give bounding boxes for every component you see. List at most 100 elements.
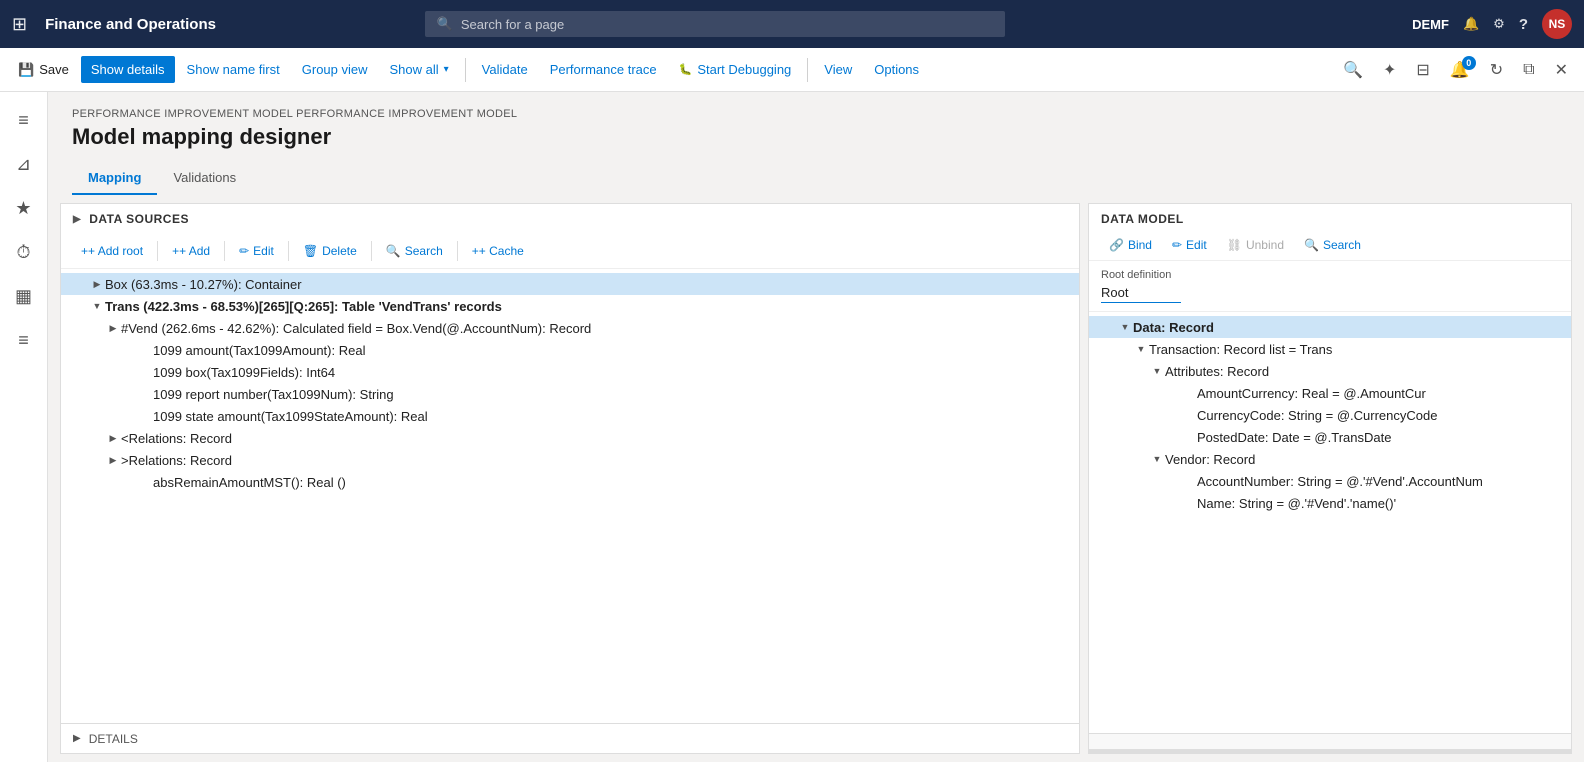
cache-button[interactable]: + + Cache [464,240,532,262]
panel-toggle-icon[interactable]: ▶ [73,214,81,225]
dm-toggle-data-record[interactable]: ▼ [1117,319,1133,335]
toggle-trans[interactable]: ▼ [89,298,105,314]
ds-sep-5 [457,241,458,261]
add-root-button[interactable]: + + Add root [73,240,151,262]
show-details-button[interactable]: Show details [81,56,175,83]
top-nav-right: DEMF 🔔 ⚙ ? NS [1412,9,1572,39]
settings-icon[interactable]: ⚙ [1493,16,1505,32]
page-title: Model mapping designer [72,124,1560,150]
dm-node-vendor[interactable]: ▼ Vendor: Record [1089,448,1571,470]
data-model-toolbar: 🔗 Bind ✏ Edit ⛓ Unbind 🔍 Search [1089,230,1571,261]
performance-trace-button[interactable]: Performance trace [540,56,667,83]
dm-toggle-transaction[interactable]: ▼ [1133,341,1149,357]
options-button[interactable]: Options [864,56,929,83]
show-all-button[interactable]: Show all ▾ [380,56,459,83]
unbind-button[interactable]: ⛓ Unbind [1219,234,1292,256]
bind-button[interactable]: 🔗 Bind [1101,234,1160,256]
search-dm-button[interactable]: 🔍 Search [1296,234,1369,256]
page-header: PERFORMANCE IMPROVEMENT MODEL PERFORMANC… [48,92,1584,162]
tree-node-tax1099fields[interactable]: ▶ 1099 box(Tax1099Fields): Int64 [61,361,1079,383]
edit-dm-button[interactable]: ✏ Edit [1164,234,1215,256]
content-area: PERFORMANCE IMPROVEMENT MODEL PERFORMANC… [48,92,1584,762]
toolbar: 💾 Save Show details Show name first Grou… [0,48,1584,92]
search-dm-icon: 🔍 [1304,238,1319,252]
search-button[interactable]: 🔍 [1335,54,1371,86]
separator-1 [465,58,466,82]
bell-icon[interactable]: 🔔 [1463,16,1479,32]
label-tax1099num: 1099 report number(Tax1099Num): String [153,387,1079,402]
group-view-button[interactable]: Group view [292,56,378,83]
bookmark-button[interactable]: ⊟ [1408,54,1437,86]
pencil-icon: ✏ [239,244,249,258]
view-button[interactable]: View [814,56,862,83]
tree-node-absremain[interactable]: ▶ absRemainAmountMST(): Real () [61,471,1079,493]
nav-home[interactable]: ≡ [4,100,44,140]
data-sources-toolbar: + + Add root + + Add ✏ Edit � [61,234,1079,269]
dm-node-amount-currency[interactable]: ▶ AmountCurrency: Real = @.AmountCur [1089,382,1571,404]
label-vend: #Vend (262.6ms - 42.62%): Calculated fie… [121,321,1079,336]
nav-favorites[interactable]: ★ [4,188,44,228]
grid-icon[interactable]: ⊞ [12,14,27,35]
dm-label-currency-code: CurrencyCode: String = @.CurrencyCode [1197,408,1571,423]
add-button[interactable]: + + Add [164,240,218,262]
validate-button[interactable]: Validate [472,56,538,83]
breadcrumb: PERFORMANCE IMPROVEMENT MODEL PERFORMANC… [72,108,1560,120]
tree-node-tax1099stateamount[interactable]: ▶ 1099 state amount(Tax1099StateAmount):… [61,405,1079,427]
refresh-button[interactable]: ↻ [1482,54,1511,86]
edit-ds-button[interactable]: ✏ Edit [231,240,282,262]
tree-node-relations1[interactable]: ▶ <Relations: Record [61,427,1079,449]
data-model-tree: ▼ Data: Record ▼ Transaction: Record lis… [1089,312,1571,733]
dm-toggle-vendor[interactable]: ▼ [1149,451,1165,467]
start-debugging-button[interactable]: 🐛 Start Debugging [669,56,802,83]
nav-table[interactable]: ▦ [4,276,44,316]
add-root-icon: + [81,244,88,258]
dm-toggle-attributes[interactable]: ▼ [1149,363,1165,379]
dm-node-name[interactable]: ▶ Name: String = @.'#Vend'.'name()' [1089,492,1571,514]
expand-button[interactable]: ⧉ [1515,55,1542,85]
tree-node-vend[interactable]: ▶ #Vend (262.6ms - 42.62%): Calculated f… [61,317,1079,339]
search-placeholder: Search for a page [461,17,564,32]
tab-validations[interactable]: Validations [157,162,252,195]
notifications-button[interactable]: 🔔 0 [1442,54,1478,86]
root-def-value: Root [1101,285,1181,303]
dm-node-account-number[interactable]: ▶ AccountNumber: String = @.'#Vend'.Acco… [1089,470,1571,492]
toggle-relations2[interactable]: ▶ [105,452,121,468]
nav-list[interactable]: ≡ [4,320,44,360]
data-model-panel: DATA MODEL 🔗 Bind ✏ Edit ⛓ Unbind [1088,203,1572,754]
save-button[interactable]: 💾 Save [8,56,79,84]
toggle-box[interactable]: ▶ [89,276,105,292]
ds-sep-1 [157,241,158,261]
tab-mapping[interactable]: Mapping [72,162,157,195]
delete-ds-button[interactable]: 🗑 Delete [295,240,365,262]
tree-node-tax1099amount[interactable]: ▶ 1099 amount(Tax1099Amount): Real [61,339,1079,361]
dm-node-attributes[interactable]: ▼ Attributes: Record [1089,360,1571,382]
tree-node-relations2[interactable]: ▶ >Relations: Record [61,449,1079,471]
app-title: Finance and Operations [45,16,216,33]
show-name-first-button[interactable]: Show name first [177,56,290,83]
avatar[interactable]: NS [1542,9,1572,39]
dm-node-data-record[interactable]: ▼ Data: Record [1089,316,1571,338]
tree-node-box[interactable]: ▶ Box (63.3ms - 10.27%): Container [61,273,1079,295]
search-ds-button[interactable]: 🔍 Search [378,240,451,262]
global-search[interactable]: 🔍 Search for a page [425,11,1005,37]
dm-node-transaction[interactable]: ▼ Transaction: Record list = Trans [1089,338,1571,360]
label-absremain: absRemainAmountMST(): Real () [153,475,1079,490]
nav-recent[interactable]: ⏱ [4,232,44,272]
pencil-dm-icon: ✏ [1172,238,1182,252]
help-icon[interactable]: ? [1519,16,1528,33]
toggle-relations1[interactable]: ▶ [105,430,121,446]
dm-label-data-record: Data: Record [1133,320,1571,335]
dm-node-currency-code[interactable]: ▶ CurrencyCode: String = @.CurrencyCode [1089,404,1571,426]
search-ds-icon: 🔍 [386,244,401,258]
chevron-down-icon: ▾ [444,64,449,75]
tree-node-tax1099num[interactable]: ▶ 1099 report number(Tax1099Num): String [61,383,1079,405]
save-icon: 💾 [18,62,34,78]
pin-button[interactable]: ✦ [1375,54,1404,86]
toggle-vend[interactable]: ▶ [105,320,121,336]
dm-node-posted-date[interactable]: ▶ PostedDate: Date = @.TransDate [1089,426,1571,448]
tree-node-trans[interactable]: ▼ Trans (422.3ms - 68.53%)[265][Q:265]: … [61,295,1079,317]
details-toggle-icon[interactable]: ▶ [73,733,81,744]
close-button[interactable]: ✕ [1547,54,1576,86]
nav-filter[interactable]: ⊿ [4,144,44,184]
label-tax1099fields: 1099 box(Tax1099Fields): Int64 [153,365,1079,380]
